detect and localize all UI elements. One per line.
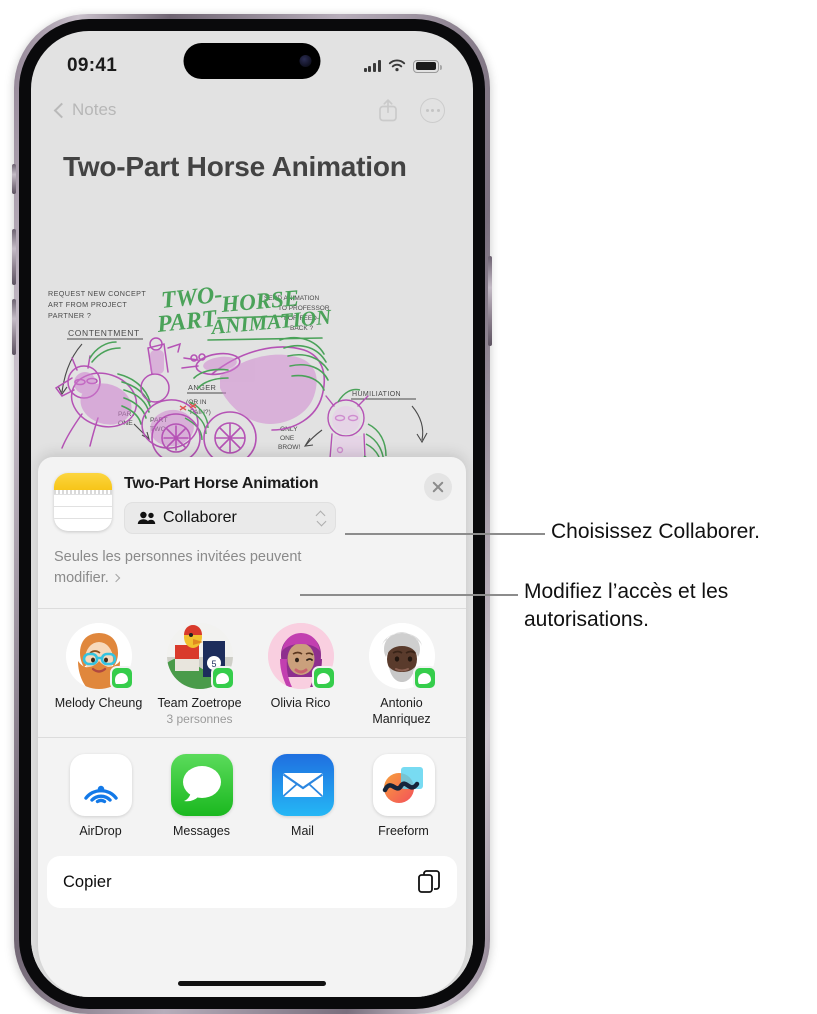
contact-melody-cheung[interactable]: Melody Cheung bbox=[48, 623, 149, 727]
collaborate-dropdown-button[interactable]: Collaborer bbox=[124, 502, 336, 534]
messages-badge-icon bbox=[311, 666, 336, 691]
two-people-icon bbox=[137, 511, 156, 524]
share-sheet-header: Two-Part Horse Animation Collaborer bbox=[38, 457, 466, 534]
action-label: Copier bbox=[63, 872, 112, 891]
contact-name: Antonio Manriquez bbox=[372, 696, 431, 726]
phone-screen: 09:41 Notes Two-Part Horse Animation REQ… bbox=[31, 31, 473, 997]
share-sheet-title: Two-Part Horse Animation bbox=[124, 475, 319, 492]
svg-text:HUMILIATION: HUMILIATION bbox=[352, 391, 401, 398]
volume-down-button[interactable] bbox=[12, 299, 16, 355]
contact-subtitle: 3 personnes bbox=[166, 711, 233, 726]
callout-choose-collaborate: Choisissez Collaborer. bbox=[551, 520, 760, 543]
share-app-messages[interactable]: Messages bbox=[151, 754, 252, 838]
svg-text:ONE: ONE bbox=[280, 435, 295, 442]
svg-text:CONTENTMENT: CONTENTMENT bbox=[68, 328, 140, 338]
messages-badge-icon bbox=[210, 666, 235, 691]
app-name: AirDrop bbox=[79, 824, 122, 839]
back-to-notes-button[interactable]: Notes bbox=[53, 100, 116, 120]
ellipsis-circle-icon[interactable] bbox=[420, 97, 445, 123]
contact-name: P bbox=[452, 696, 466, 712]
silent-switch[interactable] bbox=[12, 164, 16, 194]
share-app-airdrop[interactable]: AirDrop bbox=[50, 754, 151, 838]
callout-modify-access: Modifiez l’accès et les autorisations. bbox=[524, 580, 729, 631]
home-indicator bbox=[178, 981, 326, 986]
permission-description[interactable]: Seules les personnes invitées peuvent mo… bbox=[38, 534, 338, 588]
chevron-left-icon bbox=[53, 102, 70, 118]
iphone-device-frame: 09:41 Notes Two-Part Horse Animation REQ… bbox=[12, 14, 492, 1014]
airdrop-icon bbox=[69, 754, 132, 817]
status-time: 09:41 bbox=[67, 55, 118, 76]
share-apps-row[interactable]: AirDrop Messages Mail Freeform bbox=[38, 738, 466, 848]
svg-text:REQUEST NEW CONCEPT: REQUEST NEW CONCEPT bbox=[48, 289, 146, 298]
copy-icon bbox=[418, 870, 440, 894]
freeform-icon bbox=[372, 754, 435, 817]
nav-actions bbox=[378, 97, 445, 123]
share-icon[interactable] bbox=[378, 98, 398, 122]
messages-badge-icon bbox=[412, 666, 437, 691]
messages-badge-icon bbox=[109, 666, 134, 691]
mail-icon bbox=[271, 754, 334, 817]
share-actions-list: Copier bbox=[47, 856, 457, 909]
app-name: a bbox=[454, 824, 466, 838]
contact-name: Team Zoetrope bbox=[157, 696, 242, 711]
front-camera-icon bbox=[299, 55, 312, 67]
back-label: Notes bbox=[72, 100, 117, 119]
cellular-bars-icon bbox=[363, 60, 381, 72]
app-name: Mail bbox=[291, 824, 314, 839]
contact-olivia-rico[interactable]: Olivia Rico bbox=[250, 623, 351, 727]
navigation-bar: Notes bbox=[31, 87, 473, 133]
share-app-freeform[interactable]: Freeform bbox=[353, 754, 454, 838]
power-button[interactable] bbox=[488, 256, 492, 346]
share-sheet: Two-Part Horse Animation Collaborer Seul… bbox=[38, 457, 466, 997]
contact-partial[interactable]: P bbox=[452, 623, 466, 727]
messages-icon bbox=[170, 754, 233, 817]
share-app-partial[interactable]: a bbox=[454, 754, 466, 838]
volume-up-button[interactable] bbox=[12, 229, 16, 285]
suggested-contacts-row[interactable]: Melody Cheung 5 Team Zoetrope 3 personne… bbox=[38, 609, 466, 737]
note-title: Two-Part Horse Animation bbox=[63, 151, 407, 182]
dynamic-island bbox=[183, 43, 321, 79]
chevron-up-down-icon bbox=[317, 512, 325, 525]
status-indicators bbox=[363, 59, 442, 73]
contact-team-zoetrope[interactable]: 5 Team Zoetrope 3 personnes bbox=[149, 623, 250, 727]
notes-app-icon bbox=[54, 473, 112, 531]
device-bezel: 09:41 Notes Two-Part Horse Animation REQ… bbox=[19, 19, 485, 1009]
svg-text:PARTNER ?: PARTNER ? bbox=[48, 311, 91, 320]
action-copier[interactable]: Copier bbox=[47, 856, 457, 908]
contact-antonio-manriquez[interactable]: Antonio Manriquez bbox=[351, 623, 452, 727]
callout-leader-line-2 bbox=[300, 594, 518, 596]
contact-name: Melody Cheung bbox=[54, 696, 143, 711]
svg-text:BROW!: BROW! bbox=[278, 444, 301, 451]
svg-text:ART FROM PROJECT: ART FROM PROJECT bbox=[48, 300, 127, 309]
permission-text-label: Seules les personnes invitées peuvent mo… bbox=[54, 549, 302, 586]
callout-leader-line-1 bbox=[345, 533, 545, 535]
app-name: Freeform bbox=[378, 824, 429, 839]
chevron-right-icon bbox=[111, 573, 121, 582]
contact-name: Olivia Rico bbox=[270, 696, 331, 711]
close-x-icon bbox=[432, 481, 444, 493]
collaborate-label: Collaborer bbox=[163, 509, 237, 526]
wifi-icon bbox=[388, 59, 406, 72]
close-button[interactable] bbox=[424, 473, 452, 501]
note-content: Two-Part Horse Animation REQUEST NEW CON… bbox=[31, 133, 473, 997]
battery-full-icon bbox=[413, 59, 442, 73]
app-name: Messages bbox=[173, 824, 230, 839]
share-app-mail[interactable]: Mail bbox=[252, 754, 353, 838]
